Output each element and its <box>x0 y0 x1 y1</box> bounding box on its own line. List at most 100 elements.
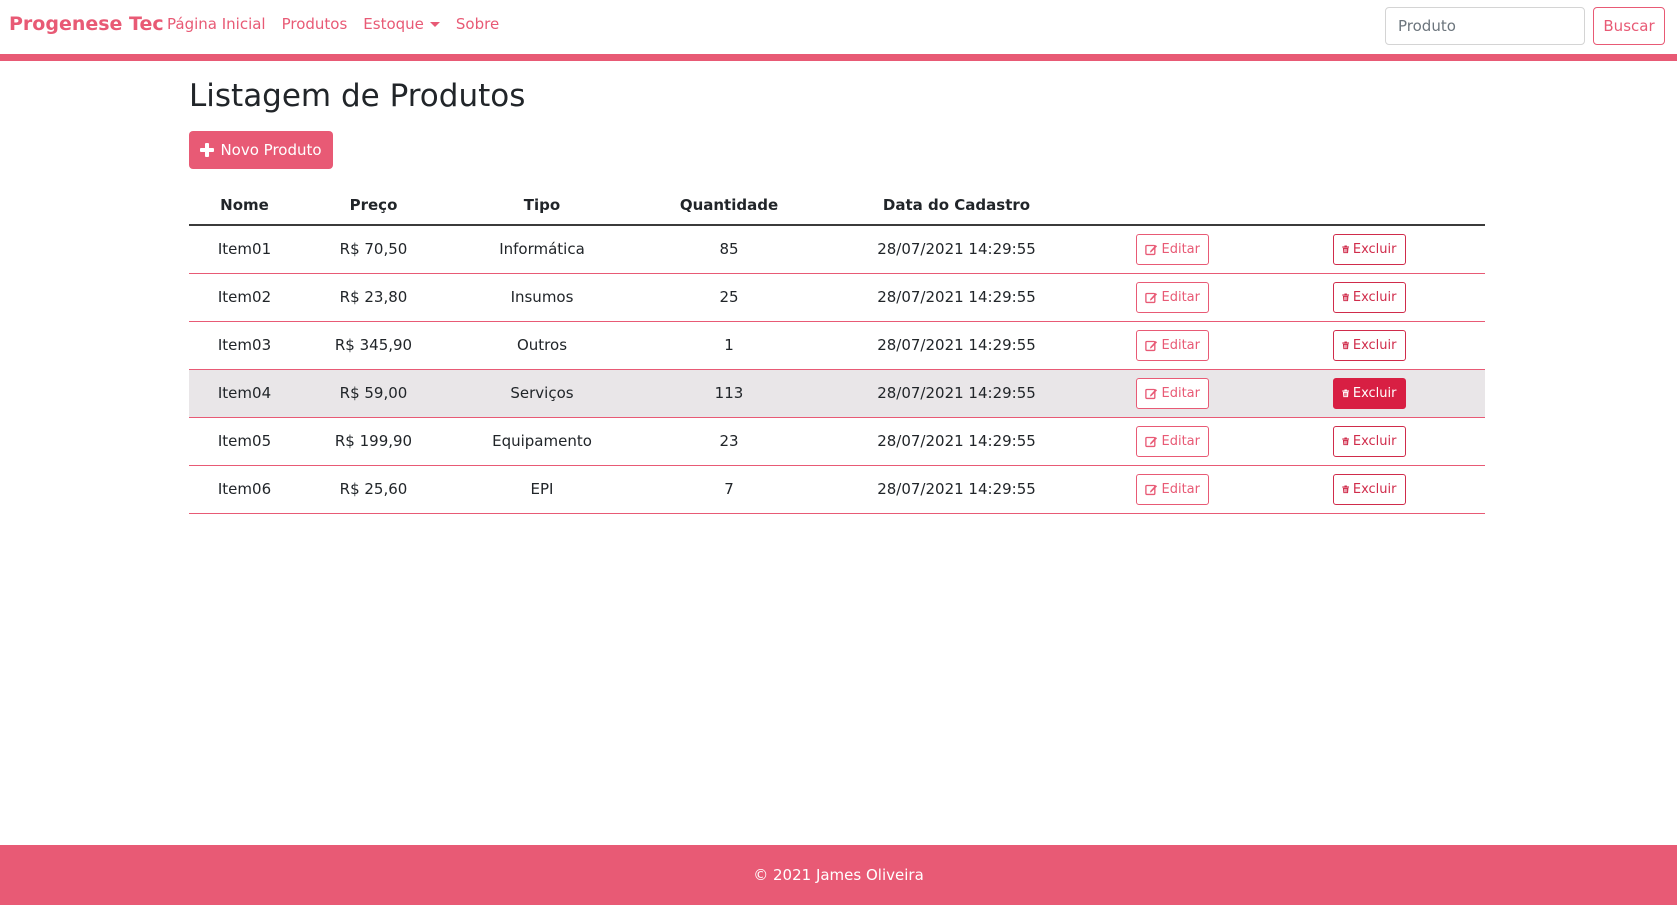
edit-label: Editar <box>1161 289 1201 305</box>
edit-label: Editar <box>1161 337 1201 353</box>
col-header-data: Data do Cadastro <box>821 185 1092 226</box>
edit-icon <box>1145 244 1158 255</box>
cell-delete: Excluir <box>1253 417 1485 466</box>
plus-icon <box>200 143 215 157</box>
trash-icon <box>1341 245 1349 253</box>
delete-label: Excluir <box>1352 289 1397 305</box>
edit-icon <box>1145 340 1158 351</box>
products-table: Nome Preço Tipo Quantidade Data do Cadas… <box>189 185 1485 514</box>
col-header-edit <box>1092 185 1253 226</box>
new-product-label: Novo Produto <box>220 141 322 159</box>
edit-icon <box>1145 292 1158 303</box>
cell-quantidade: 1 <box>637 321 821 370</box>
edit-icon <box>1145 436 1158 447</box>
delete-button[interactable]: Excluir <box>1332 377 1406 409</box>
delete-label: Excluir <box>1352 433 1397 449</box>
brand-logo[interactable]: Progenese Tec <box>9 13 164 35</box>
cell-tipo: Equipamento <box>447 417 637 466</box>
table-row: Item03 R$ 345,90 Outros 1 28/07/2021 14:29:5… <box>189 321 1485 370</box>
cell-nome: Item01 <box>189 225 300 274</box>
nav-link-sobre[interactable]: Sobre <box>456 15 499 33</box>
delete-label: Excluir <box>1352 385 1397 401</box>
cell-preco: R$ 345,90 <box>300 321 447 370</box>
col-header-tipo: Tipo <box>447 185 637 226</box>
cell-data: 28/07/2021 14:29:55 <box>821 321 1092 370</box>
cell-edit: Editar <box>1092 369 1253 418</box>
cell-tipo: Serviços <box>447 369 637 418</box>
nav-link-home[interactable]: Página Inicial <box>167 15 266 33</box>
new-product-button[interactable]: Novo Produto <box>189 131 333 169</box>
table-row: Item06 R$ 25,60 EPI 7 28/07/2021 14:29:55 Edi… <box>189 465 1485 514</box>
col-header-delete <box>1253 185 1485 226</box>
navbar-accent-bar <box>0 54 1677 61</box>
edit-button[interactable]: Editar <box>1136 233 1209 265</box>
cell-tipo: Outros <box>447 321 637 370</box>
cell-nome: Item02 <box>189 273 300 322</box>
delete-label: Excluir <box>1352 481 1397 497</box>
cell-edit: Editar <box>1092 321 1253 370</box>
trash-icon <box>1341 293 1349 301</box>
footer-copyright: © 2021 James Oliveira <box>753 866 924 884</box>
col-header-quantidade: Quantidade <box>637 185 821 226</box>
table-row: Item05 R$ 199,90 Equipamento 23 28/07/2021 1… <box>189 417 1485 466</box>
search-button[interactable]: Buscar <box>1593 7 1665 45</box>
cell-nome: Item04 <box>189 369 300 418</box>
delete-button[interactable]: Excluir <box>1332 233 1406 265</box>
edit-icon <box>1145 484 1158 495</box>
cell-preco: R$ 25,60 <box>300 465 447 514</box>
cell-quantidade: 23 <box>637 417 821 466</box>
edit-label: Editar <box>1161 241 1201 257</box>
delete-button[interactable]: Excluir <box>1332 425 1406 457</box>
delete-button[interactable]: Excluir <box>1332 329 1406 361</box>
col-header-preco: Preço <box>300 185 447 226</box>
cell-nome: Item06 <box>189 465 300 514</box>
cell-data: 28/07/2021 14:29:55 <box>821 465 1092 514</box>
cell-quantidade: 25 <box>637 273 821 322</box>
footer: © 2021 James Oliveira <box>0 845 1677 905</box>
edit-label: Editar <box>1161 433 1201 449</box>
cell-edit: Editar <box>1092 417 1253 466</box>
cell-edit: Editar <box>1092 225 1253 274</box>
edit-label: Editar <box>1161 481 1201 497</box>
cell-tipo: Informática <box>447 225 637 274</box>
cell-delete: Excluir <box>1253 321 1485 370</box>
nav-dropdown-estoque[interactable]: Estoque <box>363 15 440 33</box>
cell-data: 28/07/2021 14:29:55 <box>821 417 1092 466</box>
edit-icon <box>1145 388 1158 399</box>
delete-label: Excluir <box>1352 337 1397 353</box>
cell-tipo: Insumos <box>447 273 637 322</box>
delete-button[interactable]: Excluir <box>1332 281 1406 313</box>
col-header-nome: Nome <box>189 185 300 226</box>
cell-quantidade: 113 <box>637 369 821 418</box>
nav-dropdown-label: Estoque <box>363 15 424 33</box>
delete-label: Excluir <box>1352 241 1397 257</box>
cell-quantidade: 7 <box>637 465 821 514</box>
trash-icon <box>1341 389 1349 397</box>
cell-preco: R$ 23,80 <box>300 273 447 322</box>
table-row: Item02 R$ 23,80 Insumos 25 28/07/2021 14:29:… <box>189 273 1485 322</box>
cell-data: 28/07/2021 14:29:55 <box>821 273 1092 322</box>
cell-nome: Item05 <box>189 417 300 466</box>
trash-icon <box>1341 341 1349 349</box>
edit-button[interactable]: Editar <box>1136 329 1209 361</box>
cell-delete: Excluir <box>1253 465 1485 514</box>
cell-delete: Excluir <box>1253 225 1485 274</box>
cell-data: 28/07/2021 14:29:55 <box>821 369 1092 418</box>
cell-edit: Editar <box>1092 465 1253 514</box>
edit-button[interactable]: Editar <box>1136 425 1209 457</box>
trash-icon <box>1341 437 1349 445</box>
edit-button[interactable]: Editar <box>1136 281 1209 313</box>
nav-link-produtos[interactable]: Produtos <box>282 15 348 33</box>
edit-label: Editar <box>1161 385 1201 401</box>
chevron-down-icon <box>429 21 440 27</box>
cell-preco: R$ 199,90 <box>300 417 447 466</box>
cell-nome: Item03 <box>189 321 300 370</box>
nav-links: Página Inicial Produtos Estoque Sobre <box>167 15 515 33</box>
search-input[interactable] <box>1385 7 1585 45</box>
table-header-row: Nome Preço Tipo Quantidade Data do Cadas… <box>189 185 1485 226</box>
edit-button[interactable]: Editar <box>1136 377 1209 409</box>
delete-button[interactable]: Excluir <box>1332 473 1406 505</box>
edit-button[interactable]: Editar <box>1136 473 1209 505</box>
cell-tipo: EPI <box>447 465 637 514</box>
cell-preco: R$ 59,00 <box>300 369 447 418</box>
